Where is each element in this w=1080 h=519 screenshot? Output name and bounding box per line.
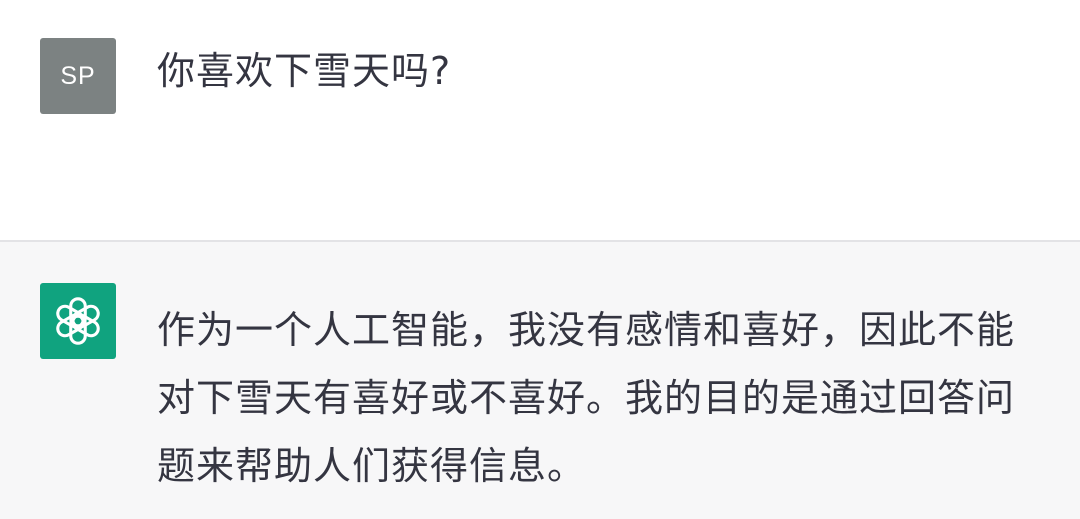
assistant-avatar bbox=[40, 283, 116, 359]
user-message-row: SP 你喜欢下雪天吗? bbox=[0, 0, 1080, 240]
chat-thread: SP 你喜欢下雪天吗? 作为一个人工智能，我没有感情和喜好，因此不能对下雪天有喜… bbox=[0, 0, 1080, 519]
user-avatar-initials: SP bbox=[60, 61, 96, 90]
openai-logo-icon bbox=[56, 297, 100, 345]
user-message-text: 你喜欢下雪天吗? bbox=[157, 49, 452, 93]
user-avatar: SP bbox=[40, 38, 116, 114]
assistant-message-text: 作为一个人工智能，我没有感情和喜好，因此不能对下雪天有喜好或不喜好。我的目的是通… bbox=[157, 308, 1016, 488]
